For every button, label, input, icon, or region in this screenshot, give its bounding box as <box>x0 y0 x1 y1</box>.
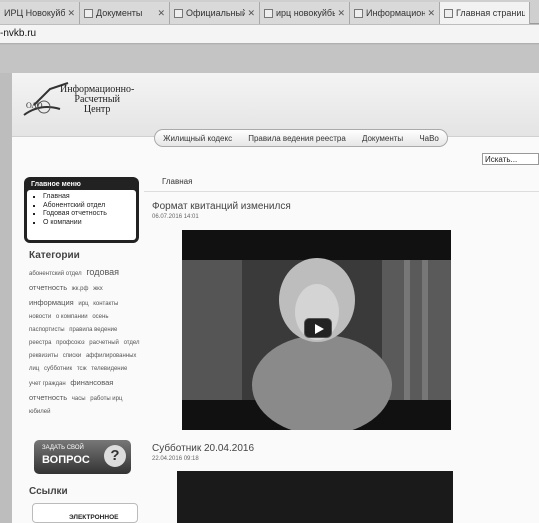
page-icon <box>174 8 183 18</box>
tag-link[interactable]: расчетный <box>89 340 119 346</box>
tag-link[interactable]: контакты <box>93 301 118 307</box>
tab-title: Официальный сайт <box>186 8 246 18</box>
close-icon[interactable]: ✕ <box>337 8 345 19</box>
menu-item-subscriber-dept[interactable]: Абонентский отдел <box>43 202 136 211</box>
browser-tab[interactable]: Официальный сайт✕ <box>170 2 260 24</box>
article-title[interactable]: Субботник 20.04.2016 <box>152 443 254 454</box>
tag-link[interactable]: отдел <box>124 340 140 346</box>
tag-link[interactable]: паспортисты <box>29 327 65 333</box>
web-page: Информационно- Расчетный Центр ОАО Жилищ… <box>12 73 539 523</box>
tag-link[interactable]: годовая <box>86 267 119 277</box>
logo-text: Информационно- Расчетный Центр <box>60 85 134 115</box>
tag-link[interactable]: субботник <box>44 366 72 372</box>
article-title[interactable]: Формат квитанций изменился <box>152 201 291 212</box>
menu-item-about[interactable]: О компании <box>43 219 136 228</box>
browser-tab[interactable]: Документы ✕ <box>80 2 170 24</box>
menu-item-annual-report[interactable]: Годовая отчетность <box>43 210 136 219</box>
main-menu-list: Главная Абонентский отдел Годовая отчетн… <box>27 190 136 240</box>
tab-title: ИРЦ Новокуйбышев <box>4 8 66 18</box>
page-icon <box>444 8 453 18</box>
article-date: 06.07.2016 14:01 <box>152 214 199 220</box>
tag-cloud: абонентский отдел годовая отчетность жк.… <box>29 266 143 419</box>
video-player[interactable] <box>177 471 453 523</box>
nav-item-documents[interactable]: Документы <box>362 134 403 143</box>
main-menu-title: Главное меню <box>31 181 81 188</box>
ask-button-line2: ВОПРОС <box>42 454 90 466</box>
tag-link[interactable]: часы <box>72 396 86 402</box>
ask-question-button[interactable]: ЗАДАТЬ СВОЙ ВОПРОС ? <box>34 440 131 474</box>
page-icon <box>84 8 93 18</box>
close-icon[interactable]: ✕ <box>247 8 255 19</box>
browser-tab-active[interactable]: Главная страница <box>440 2 530 24</box>
tab-title: Информационно-р <box>366 8 426 18</box>
tab-title: ирц новокуйбышев <box>276 8 335 18</box>
nav-item-housing-code[interactable]: Жилищный кодекс <box>163 134 232 143</box>
link-banner[interactable]: ЭЛЕКТРОННОЕ <box>32 503 138 523</box>
tag-link[interactable]: новости <box>29 314 51 320</box>
logo-prefix: ОАО <box>26 101 43 110</box>
tag-link[interactable]: телевидение <box>91 366 127 372</box>
article-date: 22.04.2016 09:18 <box>152 456 199 462</box>
close-icon[interactable]: ✕ <box>67 8 75 19</box>
tag-link[interactable]: отчетность <box>29 283 67 292</box>
yandex-icon <box>264 8 273 18</box>
tag-link[interactable]: работы ирц <box>90 396 122 402</box>
nav-item-faq[interactable]: ЧаВо <box>419 134 439 143</box>
tag-link[interactable]: информация <box>29 298 74 307</box>
categories-title: Категории <box>29 250 80 261</box>
link-banner-label: ЭЛЕКТРОННОЕ <box>69 514 119 521</box>
close-icon[interactable]: ✕ <box>427 8 435 19</box>
main-menu: Главное меню Главная Абонентский отдел Г… <box>24 177 139 243</box>
tag-link[interactable]: реквизиты <box>29 353 58 359</box>
browser-tab-strip: ИРЦ Новокуйбышев✕ Документы✕ Официальный… <box>0 0 539 24</box>
tag-link[interactable]: ирц <box>78 301 88 307</box>
site-header: Информационно- Расчетный Центр ОАО <box>12 73 539 137</box>
play-icon[interactable] <box>304 318 332 338</box>
address-bar[interactable]: -nvkb.ru <box>0 25 539 44</box>
breadcrumb[interactable]: Главная <box>162 177 192 186</box>
tag-link[interactable]: абонентский отдел <box>29 271 82 277</box>
close-icon[interactable]: ✕ <box>157 8 165 19</box>
tag-link[interactable]: правила ведение <box>69 327 117 333</box>
map-pin-icon <box>354 8 363 18</box>
tab-title: Документы <box>96 8 143 18</box>
tag-link[interactable]: юбилей <box>29 409 50 415</box>
page-margin <box>0 45 539 73</box>
screen: ИРЦ Новокуйбышев✕ Документы✕ Официальный… <box>0 0 539 523</box>
links-title: Ссылки <box>29 486 68 497</box>
tag-link[interactable]: жк.рф <box>72 286 89 292</box>
tag-link[interactable]: жкх <box>93 286 103 292</box>
top-nav: Жилищный кодекс Правила ведения реестра … <box>154 129 448 147</box>
tab-title: Главная страница <box>456 8 525 18</box>
menu-item-home[interactable]: Главная <box>43 193 136 202</box>
tag-link[interactable]: учет граждан <box>29 381 66 387</box>
tag-link[interactable]: списки <box>63 353 82 359</box>
divider <box>144 191 539 192</box>
tag-link[interactable]: тсж <box>77 366 87 372</box>
tag-link[interactable]: осень <box>92 314 108 320</box>
tag-link[interactable]: о компании <box>56 314 88 320</box>
browser-tab[interactable]: ирц новокуйбышев✕ <box>260 2 350 24</box>
video-player[interactable] <box>182 230 451 435</box>
tag-link[interactable]: профсоюз <box>56 340 85 346</box>
question-icon: ? <box>104 445 126 467</box>
search-input[interactable]: Искать... <box>482 153 539 165</box>
logo-line: Центр <box>83 104 111 115</box>
site-logo[interactable]: Информационно- Расчетный Центр ОАО <box>22 81 142 123</box>
browser-tab[interactable]: Информационно-р✕ <box>350 2 440 24</box>
url-text: -nvkb.ru <box>0 28 37 39</box>
browser-tab[interactable]: ИРЦ Новокуйбышев✕ <box>0 2 80 24</box>
tag-link[interactable]: реестра <box>29 340 51 346</box>
ask-button-line1: ЗАДАТЬ СВОЙ <box>42 445 84 451</box>
nav-item-registry-rules[interactable]: Правила ведения реестра <box>248 134 346 143</box>
